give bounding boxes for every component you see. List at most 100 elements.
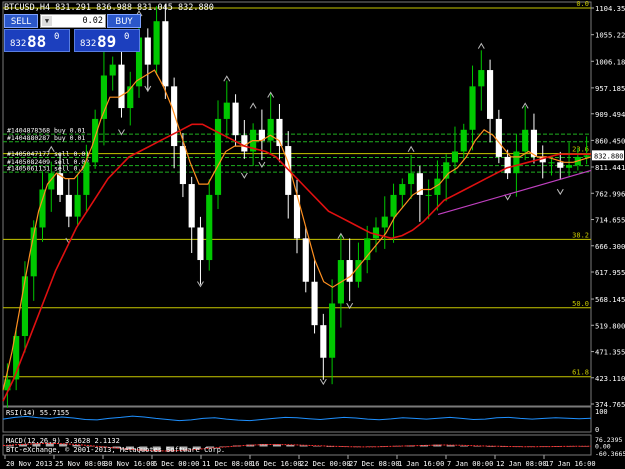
x-tick-label: 30 Nov 16:00 xyxy=(104,460,155,468)
candle-body xyxy=(495,118,502,157)
y-tick-label: 666.300 xyxy=(595,242,625,251)
y-tick-label: 762.996 xyxy=(595,189,625,198)
x-tick-label: 1 Jan 16:00 xyxy=(398,460,444,468)
candle-body xyxy=(162,21,169,87)
buy-price-big: 89 xyxy=(97,32,117,51)
candle-body xyxy=(451,151,459,163)
y-tick-label: 714.655 xyxy=(595,216,625,225)
candle-body xyxy=(487,70,494,119)
candle-body xyxy=(583,155,590,157)
y-tick-label: 423.110 xyxy=(595,374,625,383)
rsi-y-tick-label: 100 xyxy=(595,408,608,416)
candle-body xyxy=(232,102,239,136)
fib-level-label: 0.0 xyxy=(576,0,589,8)
candle-body xyxy=(460,129,467,152)
y-tick-label: 811.441 xyxy=(595,163,625,172)
x-tick-label: 12 Jan 08:00 xyxy=(496,460,547,468)
candle-body xyxy=(381,216,388,228)
candle-body xyxy=(522,129,529,152)
buy-price-prefix: 832 xyxy=(80,39,97,49)
candle-body xyxy=(21,276,29,337)
fib-level-label: 38.2 xyxy=(572,231,589,239)
y-tick-label: 519.800 xyxy=(595,321,625,330)
macd-histogram-bar xyxy=(286,444,295,447)
chart-canvas[interactable]: 1104.355 1055.221 1006.187 957.185 909.494 86… xyxy=(0,0,625,469)
candle-body xyxy=(214,118,222,195)
buy-button[interactable]: BUY xyxy=(107,14,141,28)
candle-body xyxy=(557,162,564,168)
macd-histogram-bar xyxy=(313,445,322,447)
candle-body xyxy=(109,64,116,76)
rsi-line xyxy=(2,415,592,422)
lot-size-input[interactable] xyxy=(63,15,103,27)
candle-body xyxy=(565,165,573,168)
x-tick-label: 20 Nov 2013 xyxy=(6,460,52,468)
candle-body xyxy=(478,70,485,87)
fractal-down-arrow xyxy=(240,172,248,179)
x-tick-label: 17 Jan 16:00 xyxy=(545,460,596,468)
candle-body xyxy=(118,64,125,109)
rsi-y-tick-label: 0 xyxy=(595,426,599,434)
sell-button[interactable]: SELL xyxy=(4,14,38,28)
buy-price-sup: 0 xyxy=(124,32,130,42)
candle-body xyxy=(408,173,415,185)
buy-price-box[interactable]: 832 89 0 xyxy=(74,29,140,52)
y-tick-label: 860.450 xyxy=(595,136,625,145)
y-tick-label: 471.355 xyxy=(595,348,625,357)
macd-histogram-bar xyxy=(460,445,469,447)
candle-body xyxy=(83,162,90,195)
lot-size-field[interactable]: ▼ xyxy=(40,14,106,28)
candle-body xyxy=(548,162,555,164)
sell-price-box[interactable]: 832 88 0 xyxy=(4,29,70,52)
candle-body xyxy=(390,194,397,217)
candle-body xyxy=(197,227,204,261)
y-tick-label: 1055.221 xyxy=(595,31,625,40)
x-tick-label: 6 Dec 00:00 xyxy=(153,460,199,468)
x-tick-label: 22 Dec 00:00 xyxy=(300,460,351,468)
candle-body xyxy=(223,102,230,119)
candle-body xyxy=(188,184,195,228)
x-tick-label: 16 Dec 16:00 xyxy=(251,460,302,468)
candle-body xyxy=(425,194,432,196)
candle-body xyxy=(144,37,151,65)
fractal-down-arrow xyxy=(319,378,327,386)
trade-order-label: #1405061131 sell 0.02 xyxy=(7,165,89,173)
y-tick-label: 1006.187 xyxy=(595,57,625,66)
fractal-up-arrow xyxy=(407,145,415,153)
candles-group xyxy=(4,3,590,408)
macd-histogram-bar xyxy=(339,446,348,447)
fib-level-label: 50.0 xyxy=(572,300,589,308)
chevron-down-icon[interactable]: ▼ xyxy=(42,16,52,26)
sell-price-sup: 0 xyxy=(54,32,60,42)
fractal-down-arrow xyxy=(556,188,564,196)
candle-body xyxy=(399,184,406,195)
macd-histogram-bar xyxy=(486,446,495,447)
x-tick-label: 7 Jan 00:00 xyxy=(447,460,493,468)
fractal-down-arrow xyxy=(258,161,266,169)
x-tick-label: 11 Dec 08:00 xyxy=(202,460,253,468)
candle-body xyxy=(469,86,476,130)
y-tick-label: 1104.355 xyxy=(595,4,625,13)
candle-body xyxy=(153,21,160,65)
x-tick-label: 25 Nov 08:00 xyxy=(55,460,106,468)
fib-level-label: 61.8 xyxy=(572,369,589,377)
candle-body xyxy=(372,227,380,239)
candle-body xyxy=(171,86,178,147)
fractal-up-arrow xyxy=(249,102,257,109)
candle-body xyxy=(92,118,99,163)
candle-body xyxy=(179,146,186,185)
candle-body xyxy=(241,135,248,152)
copyright-label: BTC-eXchange, © 2001-2013, MetaQuotes So… xyxy=(6,446,225,454)
sell-price-big: 88 xyxy=(27,32,47,51)
candle-body xyxy=(206,194,213,261)
y-tick-label: 957.185 xyxy=(595,84,625,93)
candle-body xyxy=(513,151,520,174)
sell-price-prefix: 832 xyxy=(10,39,27,49)
current-price-label: 832.880 xyxy=(594,152,624,160)
candle-body xyxy=(302,238,309,282)
candle-body xyxy=(329,303,336,358)
candle-body xyxy=(74,194,81,217)
candle-body xyxy=(65,194,72,217)
fractal-up-arrow xyxy=(223,75,231,82)
fractal-up-arrow xyxy=(477,42,485,49)
